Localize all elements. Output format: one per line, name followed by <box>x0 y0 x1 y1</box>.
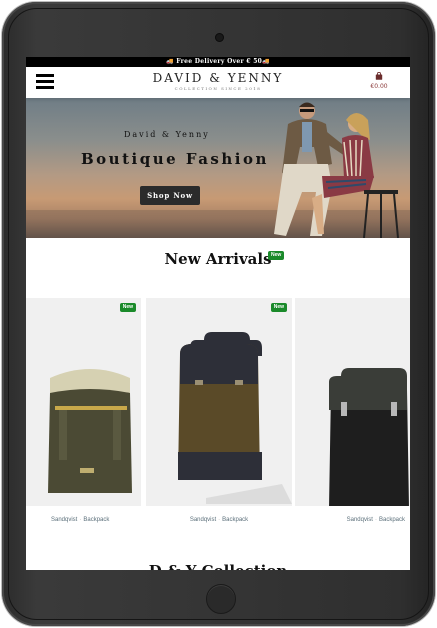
new-badge: New <box>270 303 287 312</box>
product-image[interactable]: New <box>26 298 141 506</box>
hero-models-image <box>26 102 410 238</box>
product-category[interactable]: Backpack <box>83 517 109 523</box>
product-image[interactable]: New <box>146 298 292 506</box>
hero-banner: David & Yenny Boutique Fashion Shop Now <box>26 98 410 238</box>
product-category[interactable]: Backpack <box>379 517 405 523</box>
hero-subtitle: David & Yenny <box>124 130 210 139</box>
product-card[interactable]: New Sandqvist · Backpack <box>26 298 141 523</box>
product-card[interactable]: Sandqvist · Backpack <box>295 298 410 523</box>
product-card[interactable]: New Sandqvist · Backpack <box>146 298 292 523</box>
product-brand[interactable]: Sandqvist <box>190 517 216 523</box>
new-arrivals-heading: New Arrivals <box>26 250 410 268</box>
backpack-image <box>26 298 141 506</box>
site-header: DAVID & YENNY COLLECTION SINCE 2018 €0.0… <box>26 67 410 98</box>
home-button[interactable] <box>206 584 236 614</box>
new-badge: New <box>268 251 285 260</box>
new-arrivals-title: New Arrivals <box>164 250 272 268</box>
hero-title: Boutique Fashion <box>81 150 269 168</box>
product-brand[interactable]: Sandqvist <box>347 517 373 523</box>
cart-total: €0.00 <box>370 83 388 90</box>
shop-now-button[interactable]: Shop Now <box>140 186 200 205</box>
free-delivery-banner: 🚚 Free Delivery Over € 50🚚 <box>26 57 410 67</box>
product-image[interactable] <box>295 298 410 506</box>
product-caption: Sandqvist · Backpack <box>51 517 110 523</box>
product-brand[interactable]: Sandqvist <box>51 517 77 523</box>
product-category[interactable]: Backpack <box>222 517 248 523</box>
new-badge: New <box>119 303 136 312</box>
brand-tagline: COLLECTION SINCE 2018 <box>174 86 262 91</box>
product-caption: Sandqvist · Backpack <box>346 517 405 523</box>
backpack-image <box>146 298 292 506</box>
cart-button[interactable]: €0.00 <box>366 72 392 96</box>
screen: 🚚 Free Delivery Over € 50🚚 DAVID & YENNY… <box>26 57 410 570</box>
backpack-image <box>295 298 410 506</box>
shopping-bag-icon <box>375 72 383 80</box>
product-caption: Sandqvist · Backpack <box>189 517 249 523</box>
front-camera <box>215 33 224 42</box>
collection-heading: D & Y Collection <box>26 562 410 570</box>
brand-logo[interactable]: DAVID & YENNY <box>26 71 410 85</box>
